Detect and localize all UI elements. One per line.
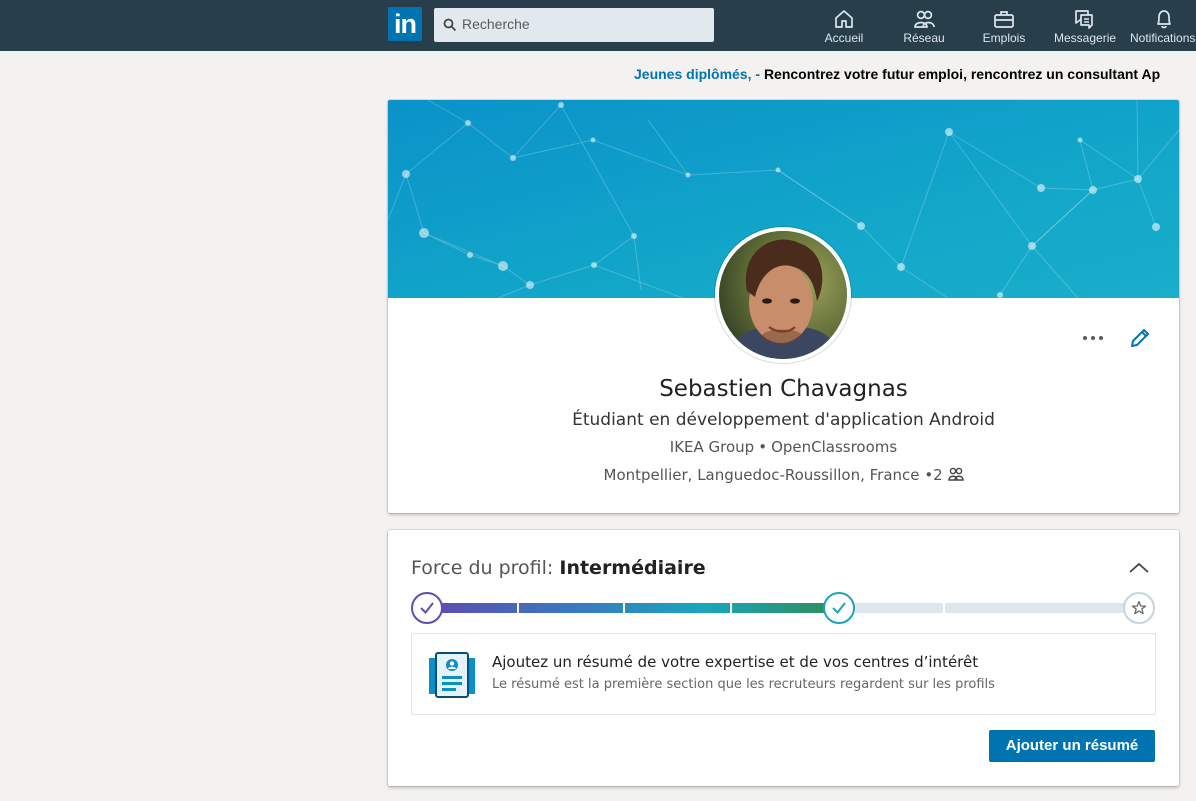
profile-headline: Étudiant en développement d'application … bbox=[572, 410, 995, 430]
messaging-icon bbox=[1075, 10, 1093, 29]
profile-name: Sebastien Chavagnas bbox=[659, 376, 908, 402]
meter-divider bbox=[943, 603, 945, 613]
meter-divider bbox=[517, 603, 519, 613]
linkedin-logo-icon[interactable]: in bbox=[388, 7, 422, 41]
connections-count[interactable]: 2 bbox=[933, 466, 943, 484]
meter-divider bbox=[730, 603, 732, 613]
meter-start-check-icon bbox=[411, 592, 443, 624]
profile-strength-card: Force du profil: Intermédiaire Ajoutez u… bbox=[388, 530, 1179, 786]
top-navigation-bar: in Recherche Accueil Réseau Emplois Mess… bbox=[0, 0, 1196, 51]
chevron-up-icon[interactable] bbox=[1128, 560, 1150, 576]
current-company[interactable]: IKEA Group bbox=[670, 438, 754, 456]
edit-pencil-icon[interactable] bbox=[1128, 326, 1152, 350]
briefcase-icon bbox=[994, 11, 1014, 28]
nav-network-label: Réseau bbox=[903, 31, 945, 45]
profile-affiliations: IKEA Group • OpenClassrooms bbox=[388, 438, 1179, 456]
ad-banner[interactable]: Jeunes diplômés, - Rencontrez votre futu… bbox=[634, 66, 1196, 86]
profile-location: Montpellier, Languedoc-Roussillon, Franc… bbox=[603, 466, 920, 484]
meter-fill bbox=[441, 603, 834, 613]
ad-text: Rencontrez votre futur emploi, rencontre… bbox=[763, 66, 1161, 82]
resume-document-icon bbox=[429, 652, 475, 698]
separator-dot: • bbox=[924, 466, 934, 484]
profile-photo-image bbox=[719, 231, 847, 359]
nav-notifications[interactable]: Notifications bbox=[1130, 0, 1196, 51]
bell-icon bbox=[1157, 10, 1171, 29]
profile-strength-meter bbox=[411, 590, 1156, 626]
meter-current-level-check-icon bbox=[823, 592, 855, 624]
connections-icon bbox=[947, 467, 964, 481]
separator-dot: • bbox=[758, 438, 768, 456]
search-placeholder: Recherche bbox=[462, 16, 530, 32]
home-icon bbox=[835, 10, 853, 28]
profile-location-line: Montpellier, Languedoc-Roussillon, Franc… bbox=[388, 466, 1179, 484]
nav-messaging[interactable]: Messagerie bbox=[1054, 0, 1117, 51]
nav-jobs-label: Emplois bbox=[982, 31, 1026, 45]
profile-strength-level: Intermédiaire bbox=[559, 557, 706, 579]
profile-strength-title: Force du profil: Intermédiaire bbox=[411, 557, 706, 579]
meter-divider bbox=[623, 603, 625, 613]
ad-link[interactable]: Jeunes diplômés, - bbox=[634, 66, 760, 82]
network-icon bbox=[914, 10, 935, 28]
profile-strength-label: Force du profil: bbox=[411, 557, 554, 579]
summary-suggestion[interactable]: Ajoutez un résumé de votre expertise et … bbox=[411, 633, 1156, 715]
add-summary-button[interactable]: Ajouter un résumé bbox=[989, 730, 1155, 762]
meter-goal-star-icon bbox=[1123, 592, 1155, 624]
nav-jobs[interactable]: Emplois bbox=[974, 0, 1034, 51]
school[interactable]: OpenClassrooms bbox=[771, 438, 897, 456]
more-options-button[interactable] bbox=[1082, 326, 1108, 348]
suggestion-subtitle: Le résumé est la première section que le… bbox=[492, 677, 995, 692]
suggestion-title: Ajoutez un résumé de votre expertise et … bbox=[492, 653, 979, 671]
search-input[interactable]: Recherche bbox=[434, 8, 714, 42]
nav-home-label: Accueil bbox=[824, 31, 864, 45]
search-icon bbox=[443, 18, 457, 32]
profile-card: Sebastien Chavagnas Étudiant en développ… bbox=[388, 100, 1179, 513]
nav-notifications-label: Notifications bbox=[1130, 31, 1196, 45]
nav-network[interactable]: Réseau bbox=[894, 0, 954, 51]
nav-home[interactable]: Accueil bbox=[814, 0, 874, 51]
profile-photo-avatar[interactable] bbox=[715, 227, 851, 363]
nav-messaging-label: Messagerie bbox=[1054, 31, 1117, 45]
